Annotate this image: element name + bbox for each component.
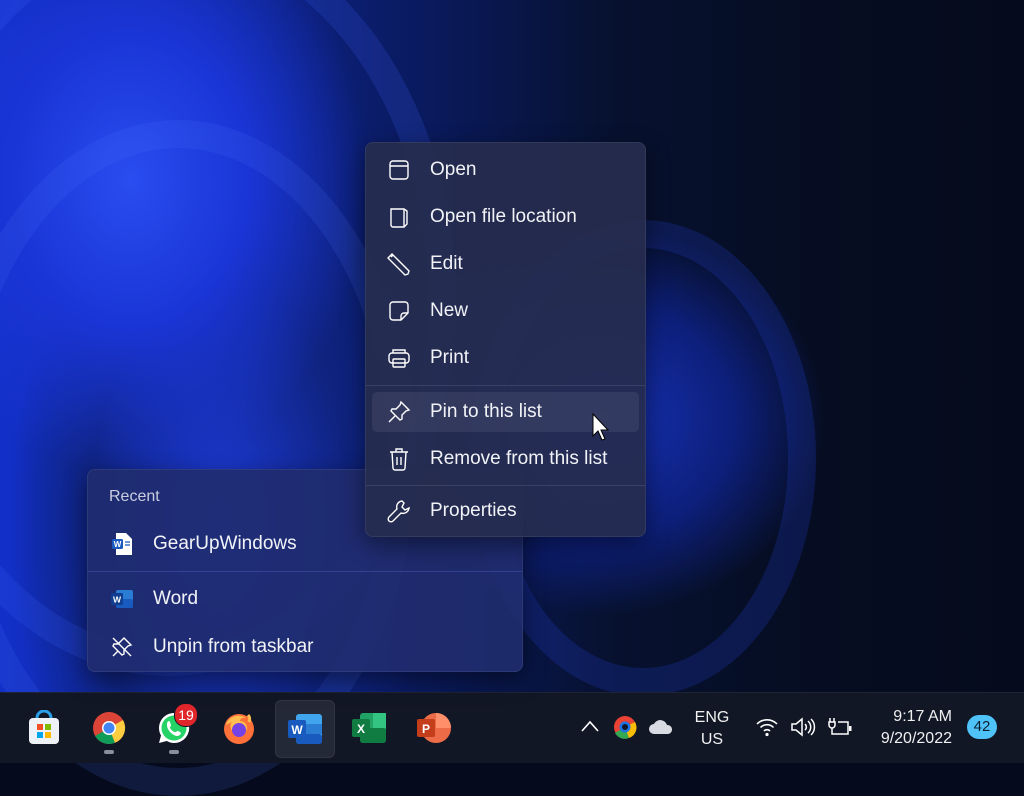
svg-text:W: W (291, 723, 303, 737)
taskbar-app-word[interactable]: W (275, 700, 335, 758)
onedrive-cloud-icon[interactable] (648, 718, 674, 736)
window-icon (386, 157, 412, 183)
svg-text:P: P (422, 722, 430, 736)
firefox-icon (224, 713, 254, 744)
chrome-remote-icon[interactable] (613, 715, 637, 739)
powerpoint-icon: P (417, 713, 451, 743)
menu-item-label: New (430, 300, 469, 321)
store-icon (29, 710, 59, 744)
menu-item-edit[interactable]: Edit (372, 244, 639, 284)
unpin-from-taskbar-item[interactable]: Unpin from taskbar (88, 625, 522, 669)
divider (366, 485, 645, 486)
notification-count-badge[interactable]: 42 (967, 715, 997, 739)
mouse-cursor-icon (592, 413, 610, 441)
wrench-icon (386, 498, 412, 524)
printer-icon (386, 345, 412, 371)
taskbar-app-excel[interactable]: X (340, 700, 398, 756)
language-code: ENG (694, 709, 730, 726)
taskbar-app-powerpoint[interactable]: P (405, 700, 463, 756)
divider (88, 571, 522, 572)
word-icon: W (288, 714, 322, 744)
divider (366, 385, 645, 386)
menu-item-label: Pin to this list (430, 401, 542, 422)
svg-text:W: W (113, 595, 122, 605)
svg-text:X: X (357, 722, 365, 736)
date: 9/20/2022 (880, 730, 952, 747)
menu-item-properties[interactable]: Properties (372, 491, 639, 531)
notification-badge: 19 (174, 703, 198, 727)
language-indicator[interactable]: ENG US (686, 707, 738, 751)
taskbar-app-firefox[interactable] (210, 700, 268, 756)
menu-item-label: Properties (430, 500, 517, 521)
menu-item-label: Print (430, 347, 470, 368)
pin-icon (386, 399, 412, 425)
battery-charging-icon[interactable] (826, 716, 854, 738)
menu-item-label: Remove from this list (430, 448, 608, 469)
running-indicator (104, 750, 114, 754)
taskbar-app-chrome[interactable] (80, 700, 138, 756)
volume-icon[interactable] (790, 716, 816, 738)
menu-item-new[interactable]: New (372, 291, 639, 331)
svg-text:W: W (114, 540, 122, 549)
wifi-icon[interactable] (755, 716, 779, 738)
chrome-icon (93, 712, 126, 744)
recent-item-label: GearUpWindows (153, 533, 297, 554)
recent-header: Recent (109, 488, 160, 505)
jump-item-word[interactable]: W Word (88, 577, 522, 621)
clock[interactable]: 9:17 AM 9/20/2022 (881, 706, 952, 750)
menu-item-label: Edit (430, 253, 463, 274)
taskbar: 19 W X P ENG US 9:17 AM 9/20/2022 42 (0, 692, 1024, 763)
running-indicator (169, 750, 179, 754)
jump-item-label: Unpin from taskbar (153, 636, 314, 657)
menu-item-remove-from-this-list[interactable]: Remove from this list (372, 439, 639, 479)
excel-icon: X (352, 713, 386, 743)
folder-page-icon (386, 204, 412, 230)
sticky-note-icon (386, 298, 412, 324)
menu-item-print[interactable]: Print (372, 338, 639, 378)
time: 9:17 AM (893, 708, 952, 725)
taskbar-app-whatsapp[interactable]: 19 (145, 700, 203, 756)
unpin-icon (109, 634, 135, 660)
region-code: US (700, 731, 724, 748)
trash-icon (386, 446, 412, 472)
word-document-icon: W (109, 531, 135, 557)
menu-item-label: Open (430, 159, 477, 180)
context-menu: Open Open file location Edit New Print P… (365, 142, 646, 537)
menu-item-open-file-location[interactable]: Open file location (372, 197, 639, 237)
menu-item-label: Open file location (430, 206, 577, 227)
menu-item-open[interactable]: Open (372, 150, 639, 190)
jump-item-label: Word (153, 588, 199, 609)
taskbar-app-store[interactable] (15, 700, 73, 756)
pencil-icon (386, 251, 412, 277)
word-app-icon: W (109, 586, 135, 612)
show-hidden-icons-chevron-up-icon[interactable] (580, 719, 600, 733)
